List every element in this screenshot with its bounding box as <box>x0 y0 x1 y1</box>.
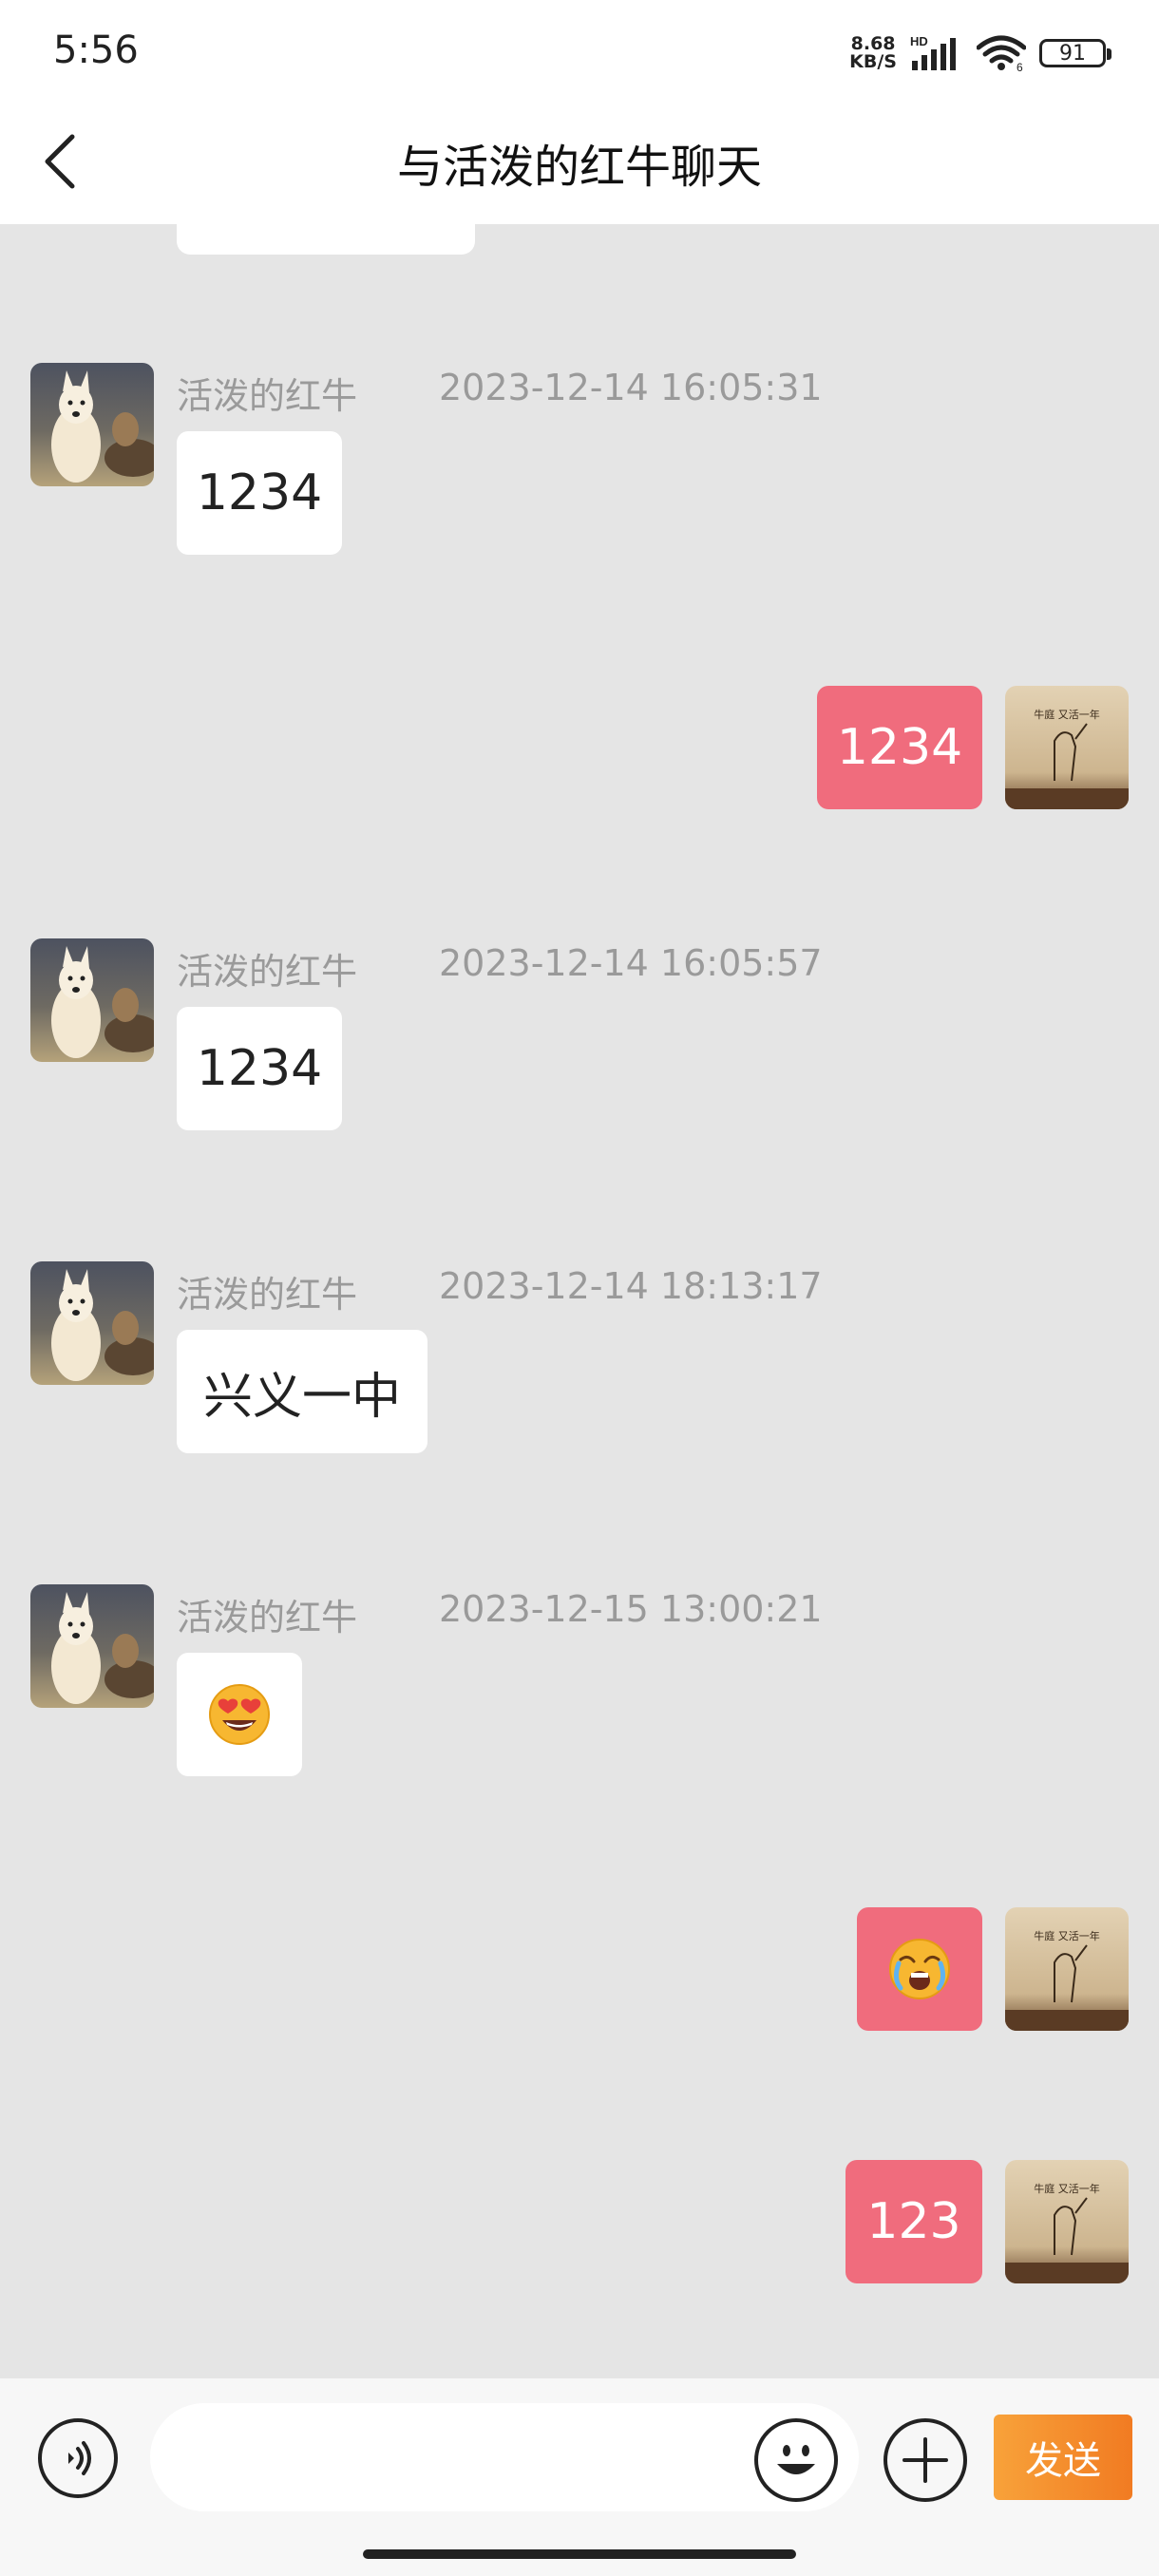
crying-emoji-icon <box>889 1939 950 1999</box>
message-text: 123 <box>866 2193 961 2250</box>
network-type-label: HD <box>910 34 928 48</box>
message-text: 兴义一中 <box>202 1368 401 1426</box>
my-avatar-caption: 牛庭 又活一年 <box>1034 1929 1100 1942</box>
status-icons: 8.68 KB/S HD 6 91 <box>849 32 1112 74</box>
message-bubble[interactable]: 兴义一中 <box>177 1330 428 1453</box>
message-timestamp: 2023-12-14 16:05:57 <box>439 942 823 984</box>
sender-name: 活泼的红牛 <box>177 375 358 417</box>
message-text: 1234 <box>836 719 963 776</box>
wifi-badge: 6 <box>1016 61 1023 72</box>
plus-button[interactable] <box>884 2418 967 2502</box>
message-timestamp: 2023-12-15 13:00:21 <box>439 1588 823 1630</box>
voice-button[interactable] <box>38 2418 118 2498</box>
message-bubble[interactable]: 123 <box>846 2160 982 2283</box>
home-indicator[interactable] <box>363 2549 796 2559</box>
page-title: 与活泼的红牛聊天 <box>396 141 762 194</box>
sender-name: 活泼的红牛 <box>177 951 358 993</box>
user-avatar-image: 牛庭 又活一年 <box>1005 686 1129 809</box>
user-avatar-image: 牛庭 又活一年 <box>1005 2160 1129 2283</box>
dog-avatar-image <box>30 363 154 486</box>
dog-avatar-image <box>30 1584 154 1708</box>
send-button[interactable]: 发送 <box>994 2415 1132 2500</box>
message-bubble[interactable]: 1234 <box>817 686 982 809</box>
sender-name: 活泼的红牛 <box>177 1274 358 1316</box>
voice-icon <box>68 2441 91 2475</box>
contact-avatar[interactable] <box>30 1584 154 1708</box>
message-bubble[interactable] <box>857 1907 982 2031</box>
network-speed: 8.68 KB/S <box>849 35 897 71</box>
my-avatar-caption: 牛庭 又活一年 <box>1034 2182 1100 2195</box>
network-speed-unit: KB/S <box>849 51 897 72</box>
contact-avatar[interactable] <box>30 938 154 1062</box>
message-bubble[interactable]: 1234 <box>177 431 342 555</box>
message-timestamp: 2023-12-14 16:05:31 <box>439 367 823 408</box>
message-text: 1234 <box>196 1040 323 1097</box>
smile-icon <box>777 2445 815 2474</box>
cellular-signal-icon: HD <box>910 34 956 70</box>
dog-avatar-image <box>30 1261 154 1385</box>
battery-level: 91 <box>1059 41 1086 66</box>
heart-eyes-emoji-icon <box>209 1684 270 1745</box>
contact-avatar[interactable] <box>30 363 154 486</box>
input-bar: 发送 <box>0 2378 1159 2576</box>
sender-name: 活泼的红牛 <box>177 1597 358 1638</box>
message-timestamp: 2023-12-14 18:13:17 <box>439 1265 823 1307</box>
my-avatar[interactable]: 牛庭 又活一年 <box>1005 1907 1129 2031</box>
message-bubble[interactable] <box>177 1653 302 1776</box>
contact-avatar[interactable] <box>30 1261 154 1385</box>
my-avatar[interactable]: 牛庭 又活一年 <box>1005 686 1129 809</box>
emoji-button[interactable] <box>754 2418 838 2502</box>
message-input[interactable] <box>150 2403 859 2511</box>
my-avatar-caption: 牛庭 又活一年 <box>1034 708 1100 721</box>
dog-avatar-image <box>30 938 154 1062</box>
my-avatar[interactable]: 牛庭 又活一年 <box>1005 2160 1129 2283</box>
battery-indicator: 91 <box>1039 39 1112 67</box>
top-bar: 5:56 8.68 KB/S HD 6 91 与活泼的红牛聊天 <box>0 0 1159 224</box>
plus-icon <box>902 2437 948 2483</box>
message-bubble[interactable]: 1234 <box>177 1007 342 1130</box>
message-text: 1234 <box>196 464 323 521</box>
wifi-icon: 6 <box>977 35 1026 72</box>
user-avatar-image: 牛庭 又活一年 <box>1005 1907 1129 2031</box>
status-time: 5:56 <box>53 28 139 72</box>
